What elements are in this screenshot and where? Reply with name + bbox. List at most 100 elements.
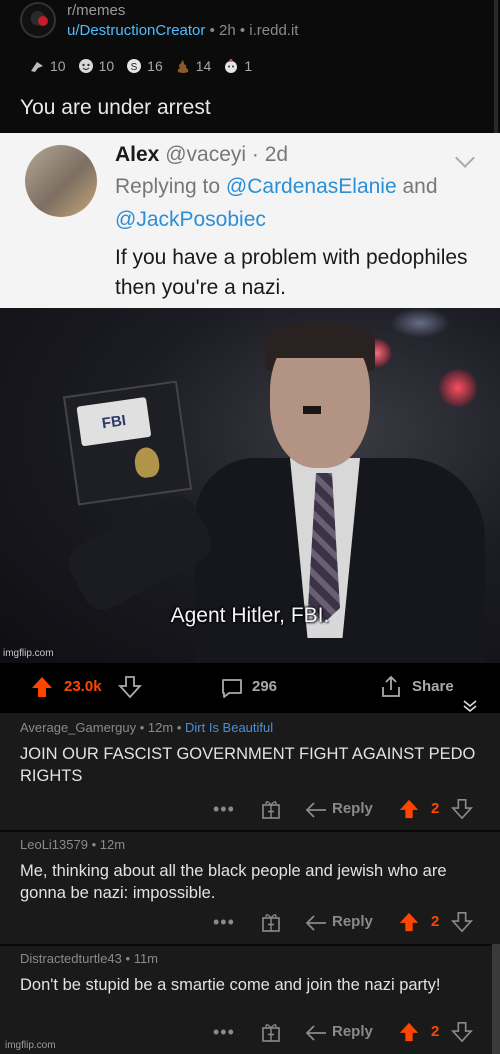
movie-still: FBI Agent Hitler, FBI. imgflip.com (0, 308, 500, 663)
meta-separator: • (209, 22, 219, 39)
reply-button[interactable]: Reply (332, 1023, 373, 1040)
award-count: 16 (147, 58, 163, 74)
comment-age: 12m (99, 837, 126, 852)
meta-separator: • (239, 22, 250, 39)
upvote-icon[interactable] (30, 675, 54, 699)
user-flair: Dirt Is Beautiful (185, 720, 274, 735)
post-header: r/memes u/DestructionCreator • 2h • i.re… (0, 0, 500, 133)
post-domain[interactable]: i.redd.it (249, 22, 298, 39)
comment-author[interactable]: Average_Gamerguy (20, 720, 136, 735)
meta-separator: • (125, 951, 134, 966)
comment: Distractedturtle43 • 11m Don't be stupid… (0, 944, 500, 1054)
comment-actions: ••• Reply 2 (0, 797, 500, 823)
share-icon[interactable] (378, 674, 404, 700)
give-award-icon[interactable] (260, 798, 282, 820)
reply-icon[interactable] (304, 913, 328, 933)
background-light (438, 368, 478, 408)
collapse-thread-icon[interactable] (462, 699, 478, 713)
downvote-icon[interactable] (118, 675, 142, 699)
post-author[interactable]: u/DestructionCreator (67, 22, 205, 39)
post-age: 2h (219, 22, 236, 39)
tweet-name: Alex (115, 143, 160, 166)
award-item: 10 (29, 58, 66, 74)
post-image[interactable]: Alex @vaceyi · 2d Replying to @CardenasE… (0, 133, 500, 663)
subreddit-avatar[interactable] (20, 2, 56, 38)
comment-body: Me, thinking about all the black people … (20, 862, 447, 902)
meta-separator: • (139, 720, 148, 735)
award-item: 10 (78, 58, 115, 74)
tweet-mention: @JackPosobiec (115, 208, 266, 231)
and-word: and (402, 175, 438, 198)
more-options-icon[interactable]: ••• (213, 799, 235, 820)
downvote-icon[interactable] (451, 1021, 473, 1043)
downvote-icon[interactable] (451, 798, 473, 820)
face-award-icon (78, 59, 93, 73)
background-light (390, 308, 450, 338)
tweet-avatar (25, 145, 97, 217)
more-options-icon[interactable]: ••• (213, 1022, 235, 1043)
comment-score: 2 (431, 913, 440, 930)
mustache (303, 406, 321, 414)
reply-button[interactable]: Reply (332, 913, 373, 930)
tweet-age: · 2d (251, 143, 289, 166)
badge-shield-icon (132, 445, 161, 480)
reply-button[interactable]: Reply (332, 800, 373, 817)
imgflip-watermark: imgflip.com (5, 1040, 56, 1051)
scrollbar[interactable] (492, 944, 500, 1054)
chevron-down-icon (455, 148, 475, 168)
coin-award-icon: S (127, 59, 142, 73)
comment-body: JOIN OUR FASCIST GOVERNMENT FIGHT AGAINS… (20, 745, 476, 785)
tweet-screenshot: Alex @vaceyi · 2d Replying to @CardenasE… (0, 133, 500, 308)
tweet-replying-line: Replying to @CardenasElanie and (115, 175, 438, 199)
award-count: 14 (195, 58, 212, 74)
comment-count[interactable]: 296 (252, 678, 277, 695)
comment: Average_Gamerguy • 12m • Dirt Is Beautif… (0, 713, 500, 831)
tweet-mention: @CardenasElanie (225, 175, 397, 198)
comment-author[interactable]: LeoLi13579 (20, 837, 88, 852)
fbi-badge-case: FBI (62, 380, 193, 506)
comment-meta: Average_Gamerguy • 12m • Dirt Is Beautif… (20, 720, 273, 735)
award-count: 10 (98, 58, 115, 74)
hair (265, 322, 375, 358)
post-action-bar: 23.0k 296 Share (0, 663, 500, 713)
upvote-icon[interactable] (398, 911, 420, 933)
comment-actions: ••• Reply 2 (0, 910, 500, 936)
post-title[interactable]: You are under arrest (20, 96, 211, 120)
give-award-icon[interactable] (260, 1021, 282, 1043)
comment: LeoLi13579 • 12m Me, thinking about all … (0, 830, 500, 944)
awards-row[interactable]: 10 10 S 16 14 1 (29, 58, 258, 74)
comment-author[interactable]: Distractedturtle43 (20, 951, 122, 966)
upvote-icon[interactable] (398, 798, 420, 820)
comment-meta: Distractedturtle43 • 11m (20, 951, 158, 966)
reply-icon[interactable] (304, 800, 328, 820)
award-item: 14 (175, 58, 212, 74)
meta-separator: • (176, 720, 185, 735)
reply-icon[interactable] (304, 1023, 328, 1043)
comment-icon[interactable] (220, 676, 244, 700)
upvote-icon[interactable] (398, 1021, 420, 1043)
scroll-edge (494, 0, 498, 133)
subreddit-name[interactable]: r/memes (67, 2, 125, 19)
award-count: 1 (244, 58, 253, 74)
meta-separator: • (91, 837, 100, 852)
tweet-author-line: Alex @vaceyi · 2d (115, 143, 288, 167)
comment-divider (0, 830, 500, 832)
upvote-count: 23.0k (64, 678, 102, 695)
comment-score: 2 (431, 1023, 440, 1040)
rocket-like-award-icon (31, 62, 43, 72)
award-count: 10 (50, 58, 66, 74)
fbi-card: FBI (76, 397, 152, 447)
more-options-icon[interactable]: ••• (213, 912, 235, 933)
downvote-icon[interactable] (451, 911, 473, 933)
replying-prefix: Replying to (115, 175, 221, 198)
award-item: 1 (223, 58, 252, 74)
comment-meta: LeoLi13579 • 12m (20, 837, 125, 852)
poop-award-icon (177, 60, 188, 73)
give-award-icon[interactable] (260, 911, 282, 933)
imgflip-watermark: imgflip.com (3, 648, 54, 659)
comment-actions: ••• Reply 2 (0, 1020, 500, 1046)
meme-caption: Agent Hitler, FBI. (170, 604, 330, 627)
tweet-handle: @vaceyi (165, 143, 247, 166)
share-button[interactable]: Share (412, 678, 454, 695)
silver-award-icon (225, 59, 238, 73)
